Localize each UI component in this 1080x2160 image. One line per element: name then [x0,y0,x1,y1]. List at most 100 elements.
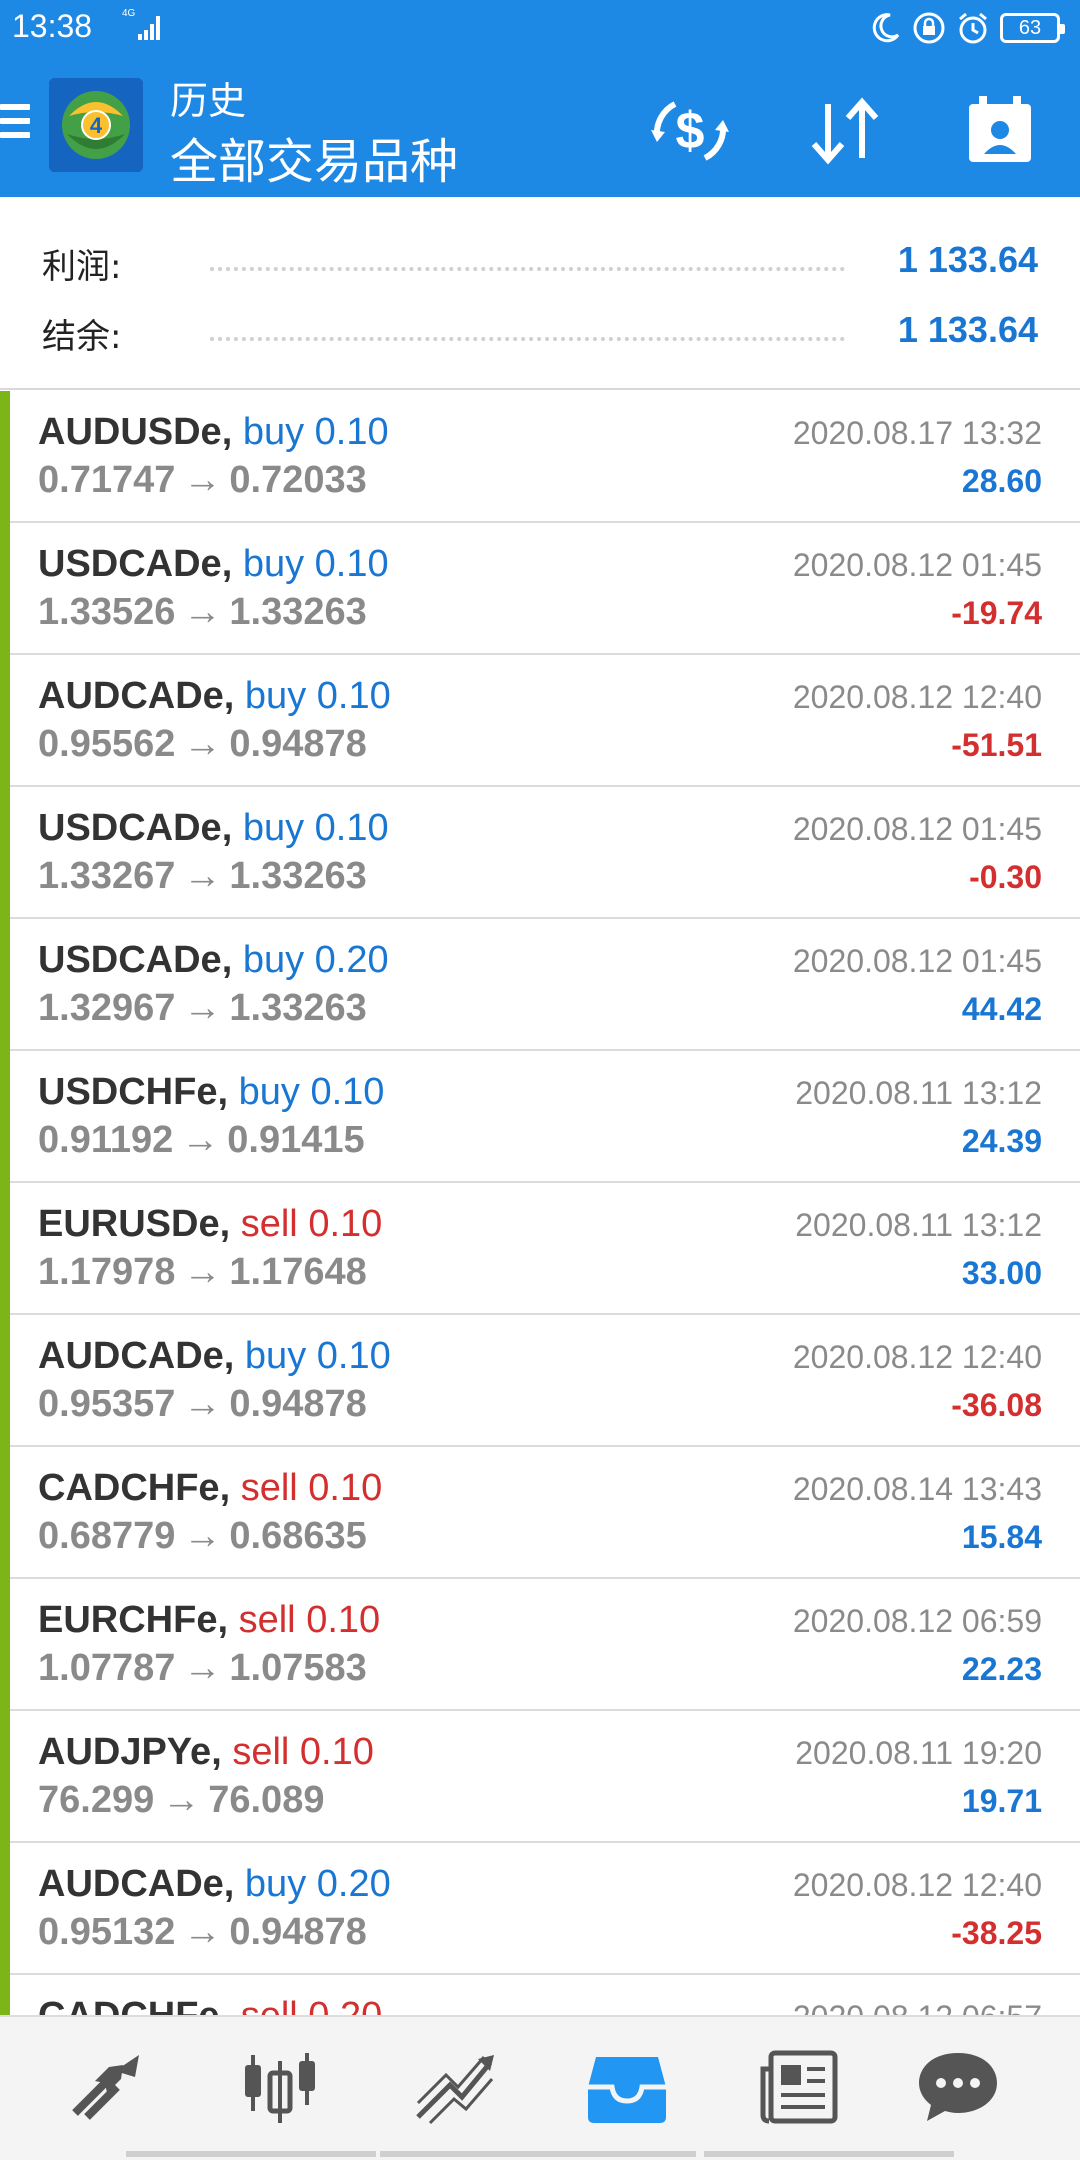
trade-volume: 0.20 [308,1995,382,2015]
trade-row[interactable]: USDCADe, buy 0.10 1.33526 → 1.33263 2020.0… [0,523,1080,655]
profit-label: 利润: [42,247,122,287]
trade-row[interactable]: CADCHFe, sell 0.10 0.68779 → 0.68635 2020.… [0,1447,1080,1579]
svg-text:4: 4 [90,113,103,138]
trade-title: CADCHFe, sell 0.10 [38,1467,382,1510]
trade-profit: -38.25 [951,1915,1042,1951]
row-accent-bar [0,655,10,787]
trade-volume: 0.20 [314,939,389,981]
arrow-right-icon: → [183,1251,222,1293]
open-price: 1.33267 [38,855,176,897]
trade-row[interactable]: AUDJPYe, sell 0.10 76.299 → 76.089 2020.08… [0,1711,1080,1843]
trade-direction: sell [232,1731,290,1773]
trade-title: USDCADe, buy 0.10 [38,543,389,586]
trade-row[interactable]: AUDCADe, buy 0.10 0.95357 → 0.94878 2020.0… [0,1315,1080,1447]
trade-row[interactable]: AUDUSDe, buy 0.10 0.71747 → 0.72033 2020.0… [0,391,1080,523]
dotted-leader [210,337,845,341]
page-subtitle: 历史 [170,79,247,123]
trade-direction: buy [244,1335,307,1377]
trade-row[interactable]: USDCHFe, buy 0.10 0.91192 → 0.91415 2020.0… [0,1051,1080,1183]
row-accent-bar [0,1579,10,1711]
trade-row[interactable]: EURUSDe, sell 0.10 1.17978 → 1.17648 2020.… [0,1183,1080,1315]
trade-row[interactable]: CADCHFe, sell 0.20 → 2020.08.12 06:57 [0,1975,1080,2015]
trade-direction: buy [244,675,307,717]
trade-prices: 1.07787 → 1.07583 [38,1647,367,1690]
nav-chart-button[interactable] [410,2047,500,2127]
trade-row[interactable]: AUDCADe, buy 0.10 0.95562 → 0.94878 2020.0… [0,655,1080,787]
nav-news-button[interactable] [755,2047,845,2127]
open-price: 1.07787 [38,1647,176,1689]
trade-title: USDCHFe, buy 0.10 [38,1071,384,1114]
currency-exchange-icon[interactable]: $ [645,86,735,176]
trade-symbol: USDCHFe [38,1071,218,1113]
trade-prices: 1.33526 → 1.33263 [38,591,367,634]
open-price: 0.71747 [38,459,176,501]
nav-chat-button[interactable] [913,2047,1003,2127]
trade-row[interactable]: AUDCADe, buy 0.20 0.95132 → 0.94878 2020.0… [0,1843,1080,1975]
trade-history-list[interactable]: AUDUSDe, buy 0.10 0.71747 → 0.72033 2020.0… [0,391,1080,2015]
arrow-right-icon: → [183,1515,222,1557]
trade-profit: -51.51 [951,727,1042,763]
metatrader-logo-icon: 4 [49,78,143,172]
row-accent-bar [0,391,10,523]
trade-time: 2020.08.12 12:40 [792,679,1042,715]
trade-time: 2020.08.12 06:57 [793,1999,1042,2015]
open-price: 1.33526 [38,591,176,633]
trade-row[interactable]: USDCADe, buy 0.20 1.32967 → 1.33263 2020.0… [0,919,1080,1051]
trade-direction: sell [238,1599,296,1641]
trade-separator: , [217,1071,239,1113]
trade-separator: , [221,543,243,585]
nav-scroll-indicator [126,2151,376,2157]
trade-prices: 0.91192 → 0.91415 [38,1119,365,1162]
trade-prices: 1.33267 → 1.33263 [38,855,367,898]
trade-title: AUDCADe, buy 0.20 [38,1863,391,1906]
trade-volume: 0.10 [306,1599,381,1641]
close-price: 1.17648 [229,1251,367,1293]
open-price: 76.299 [38,1779,155,1821]
sort-icon[interactable] [800,86,890,176]
moon-icon [872,13,900,43]
lock-icon [913,12,945,44]
nav-trade-button[interactable] [65,2047,155,2127]
trade-title: USDCADe, buy 0.10 [38,807,389,850]
trade-row[interactable]: USDCADe, buy 0.10 1.33267 → 1.33263 2020.0… [0,787,1080,919]
trade-time: 2020.08.14 13:43 [792,1471,1042,1507]
trade-time: 2020.08.12 01:45 [792,811,1042,847]
trade-time: 2020.08.17 13:32 [792,415,1042,451]
trade-prices: 1.17978 → 1.17648 [38,1251,367,1294]
arrow-right-icon: → [183,591,222,633]
trade-volume: 0.10 [314,411,389,453]
nav-history-button[interactable] [582,2047,672,2127]
trade-profit: 33.00 [961,1255,1042,1291]
nav-scroll-indicator [704,2151,954,2157]
trade-volume: 0.10 [314,807,389,849]
trade-row[interactable]: EURCHFe, sell 0.10 1.07787 → 1.07583 2020.… [0,1579,1080,1711]
nav-quotes-button[interactable] [235,2047,325,2127]
trade-title: EURUSDe, sell 0.10 [38,1203,382,1246]
close-price: 0.72033 [229,459,367,501]
trade-separator: , [211,1731,233,1773]
close-price: 0.94878 [229,1383,367,1425]
profit-row: 利润: 1 133.64 [0,223,1080,293]
trade-time: 2020.08.11 19:20 [795,1735,1042,1771]
trade-time: 2020.08.12 12:40 [792,1867,1042,1903]
trade-symbol: USDCADe [38,807,222,849]
symbol-filter-title[interactable]: 全部交易品种 [170,122,458,192]
open-price: 0.95357 [38,1383,176,1425]
trade-separator: , [221,411,243,453]
battery-indicator: 63 [1000,13,1065,43]
menu-icon[interactable] [0,104,30,146]
trade-profit: 28.60 [961,463,1042,499]
trade-prices: 76.299 → 76.089 [38,1779,324,1822]
trade-direction: buy [242,543,305,585]
balance-row: 结余: 1 133.64 [0,293,1080,363]
arrow-right-icon: → [183,1383,222,1425]
signal-icon: 4G [122,8,160,40]
trade-title: AUDUSDe, buy 0.10 [38,411,389,454]
close-price: 0.94878 [229,723,367,765]
calendar-icon[interactable] [955,86,1045,176]
trade-separator: , [219,1203,241,1245]
trade-direction: sell [240,1467,298,1509]
arrow-right-icon: → [162,1779,201,1821]
row-accent-bar [0,787,10,919]
trade-profit: 19.71 [961,1783,1042,1819]
